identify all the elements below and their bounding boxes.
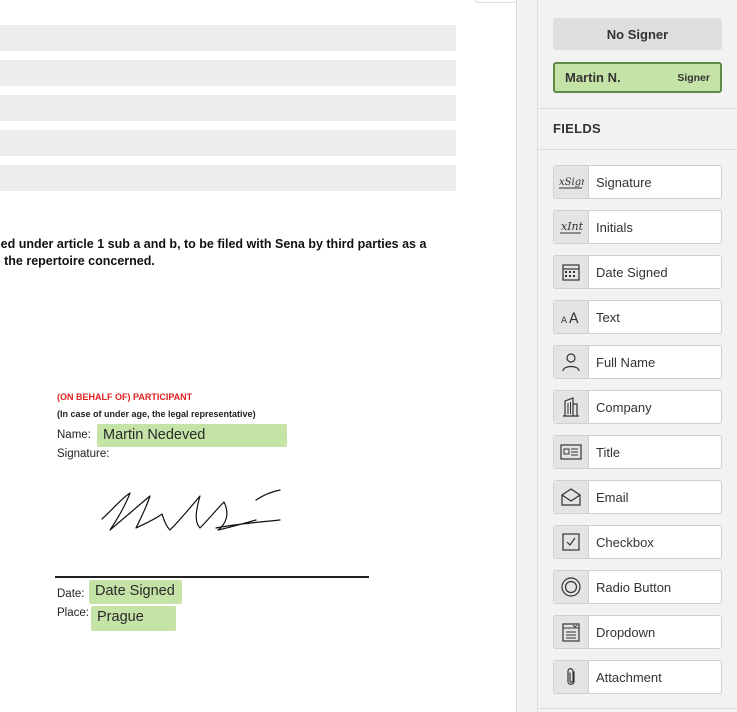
field-label: Dropdown xyxy=(596,624,656,640)
checkbox-icon xyxy=(554,526,589,558)
field-label: Title xyxy=(596,444,621,460)
radio-icon xyxy=(554,571,589,603)
signer-martin-button[interactable]: Martin N. Signer xyxy=(553,62,722,93)
field-label: Attachment xyxy=(596,669,662,685)
fields-panel-inner: No Signer Martin N. Signer FIELDS xSign … xyxy=(537,0,737,712)
text-icon: AA xyxy=(554,301,589,333)
field-label: Email xyxy=(596,489,629,505)
field-full-name[interactable]: Full Name xyxy=(553,345,722,379)
divider xyxy=(538,108,737,109)
envelope-icon xyxy=(554,481,589,513)
calendar-icon xyxy=(554,256,589,288)
page-tab xyxy=(475,0,516,3)
field-company[interactable]: Company xyxy=(553,390,722,424)
fields-heading: FIELDS xyxy=(553,121,602,136)
field-label: Radio Button xyxy=(596,579,672,595)
field-date-signed[interactable]: Date Signed xyxy=(553,255,722,289)
svg-text:A: A xyxy=(569,311,579,327)
paragraph-line: ned under article 1 sub a and b, to be f… xyxy=(0,237,427,251)
place-field[interactable]: Prague xyxy=(91,606,176,631)
signer-name: Martin N. xyxy=(565,70,621,85)
field-initials[interactable]: xInt Initials xyxy=(553,210,722,244)
field-email[interactable]: Email xyxy=(553,480,722,514)
paragraph-line: o the repertoire concerned. xyxy=(0,254,155,268)
no-signer-button[interactable]: No Signer xyxy=(553,18,722,50)
date-label: Date: xyxy=(57,588,85,600)
field-label: Date Signed xyxy=(596,264,668,280)
text-line-placeholder xyxy=(0,25,456,51)
place-label: Place: xyxy=(57,607,89,619)
document-page: ned under article 1 sub a and b, to be f… xyxy=(0,0,516,712)
field-radio-button[interactable]: Radio Button xyxy=(553,570,722,604)
svg-text:xSign: xSign xyxy=(559,177,584,188)
field-label: Checkbox xyxy=(596,534,654,550)
under-age-note: (In case of under age, the legal represe… xyxy=(57,409,256,419)
svg-text:xInt: xInt xyxy=(561,220,584,233)
signature-icon: xSign xyxy=(554,166,589,198)
field-checkbox[interactable]: Checkbox xyxy=(553,525,722,559)
svg-text:A: A xyxy=(561,316,568,326)
signature-label: Signature: xyxy=(57,448,110,460)
signer-role: Signer xyxy=(677,71,710,84)
field-label: Text xyxy=(596,309,620,325)
date-signed-field[interactable]: Date Signed xyxy=(89,580,182,604)
field-label: Initials xyxy=(596,219,633,235)
text-line-placeholder xyxy=(0,95,456,121)
divider xyxy=(538,149,737,150)
field-label: Full Name xyxy=(596,354,656,370)
person-icon xyxy=(554,346,589,378)
name-label: Name: xyxy=(57,429,91,441)
initials-icon: xInt xyxy=(554,211,589,243)
text-line-placeholder xyxy=(0,130,456,156)
id-card-icon xyxy=(554,436,589,468)
name-field[interactable]: Martin Nedeved xyxy=(97,424,287,447)
signature-line xyxy=(55,576,369,578)
field-text[interactable]: AA Text xyxy=(553,300,722,334)
field-label: Company xyxy=(596,399,652,415)
fields-panel: No Signer Martin N. Signer FIELDS xSign … xyxy=(516,0,737,712)
text-line-placeholder xyxy=(0,165,456,191)
paperclip-icon xyxy=(554,661,589,693)
field-attachment[interactable]: Attachment xyxy=(553,660,722,694)
field-dropdown[interactable]: Dropdown xyxy=(553,615,722,649)
field-signature[interactable]: xSign Signature xyxy=(553,165,722,199)
behalf-participant-label: (ON BEHALF OF) PARTICIPANT xyxy=(57,392,193,402)
building-icon xyxy=(554,391,589,423)
handwritten-signature[interactable] xyxy=(96,484,286,540)
document-paragraph: ned under article 1 sub a and b, to be f… xyxy=(0,236,470,270)
divider xyxy=(538,708,737,709)
field-title[interactable]: Title xyxy=(553,435,722,469)
text-line-placeholder xyxy=(0,60,456,86)
dropdown-icon xyxy=(554,616,589,648)
field-label: Signature xyxy=(596,174,652,190)
